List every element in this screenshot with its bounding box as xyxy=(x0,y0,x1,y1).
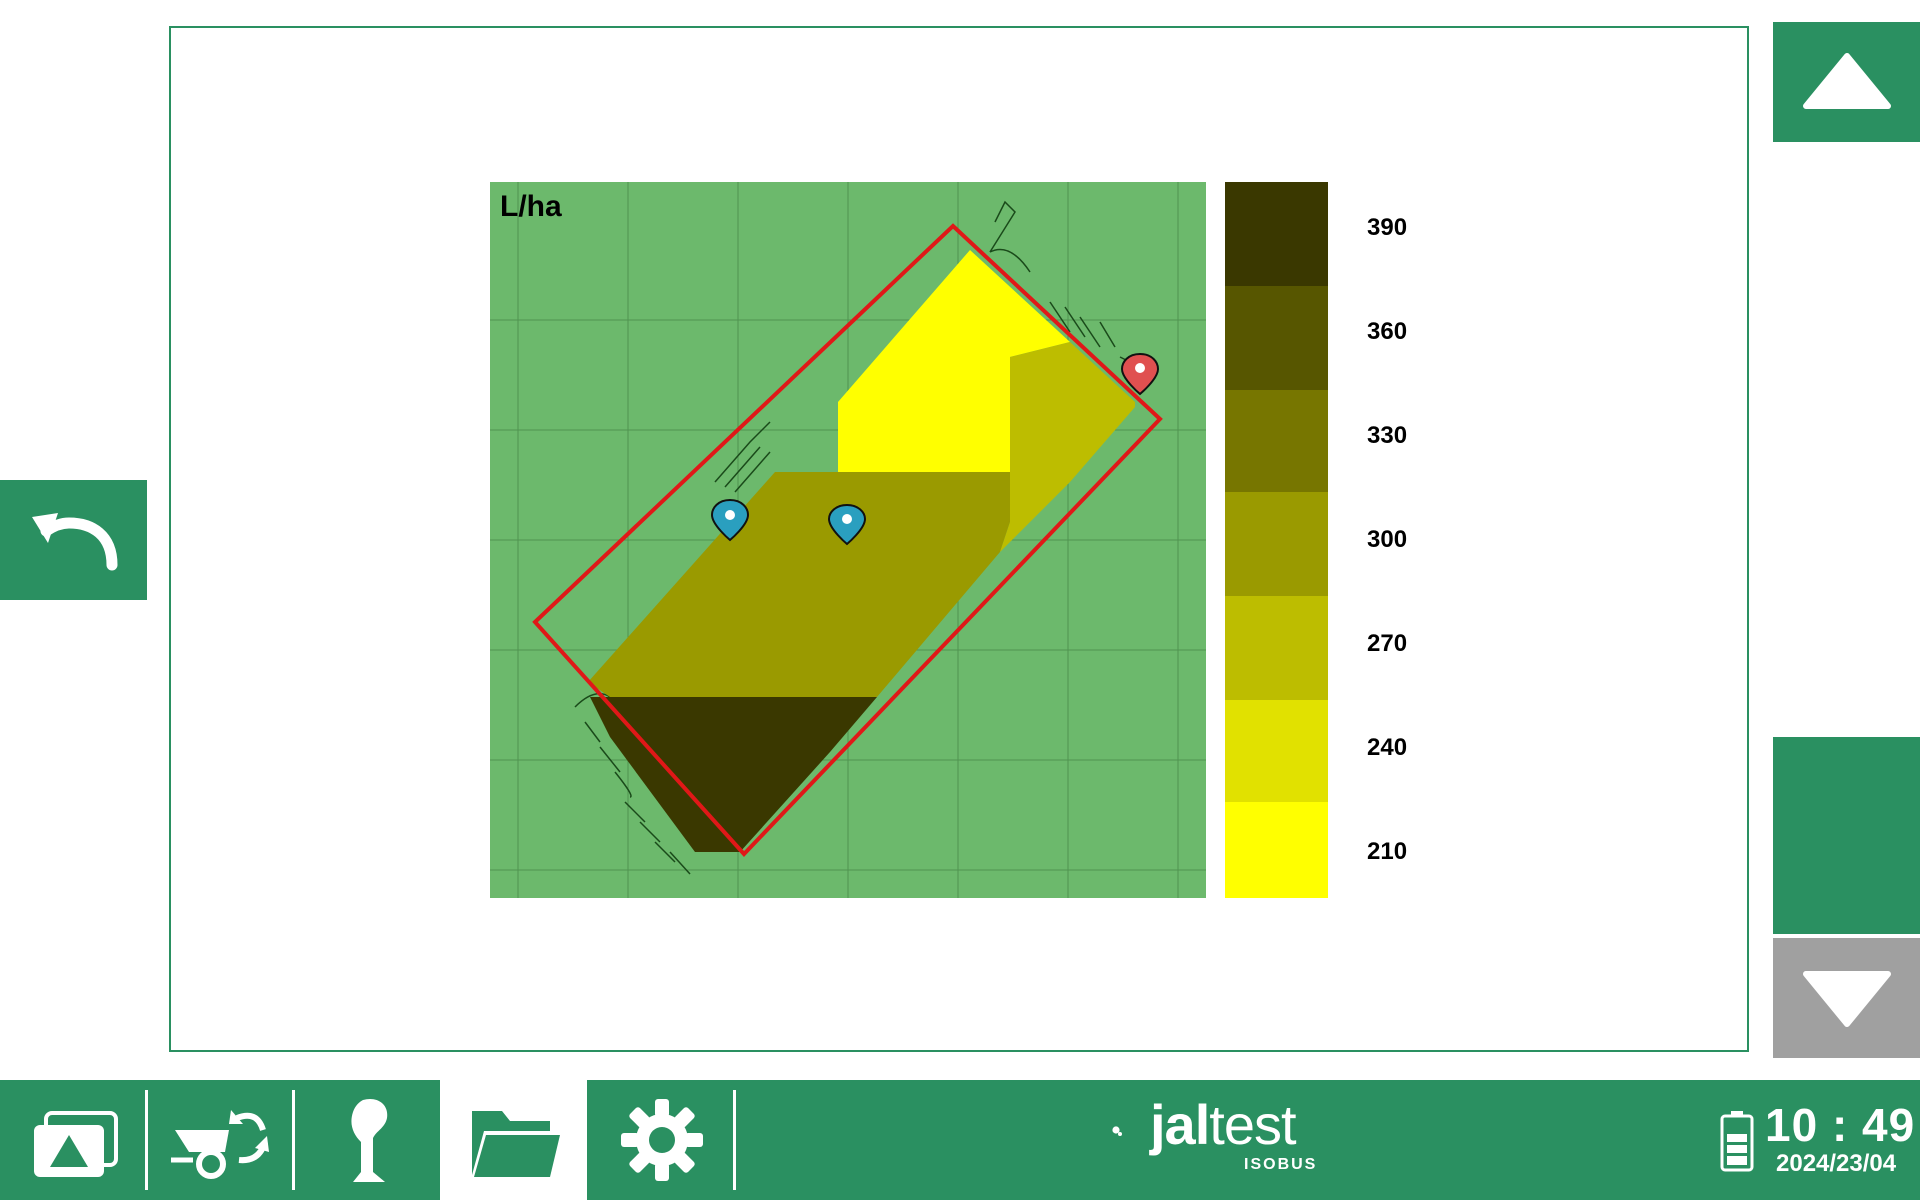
taskbar-separator xyxy=(733,1090,736,1190)
folder-icon xyxy=(471,1111,560,1177)
legend-swatch-240 xyxy=(1225,700,1328,802)
legend-label-390: 390 xyxy=(1367,214,1408,241)
legend-label-210: 210 xyxy=(1367,838,1408,865)
taskbar-files-button[interactable] xyxy=(440,1080,587,1200)
legend-swatch-330 xyxy=(1225,390,1328,492)
scroll-down-button[interactable] xyxy=(1773,938,1920,1058)
undo-arrow-icon xyxy=(31,513,117,571)
legend-label-330: 330 xyxy=(1367,422,1408,449)
implement-sync-icon xyxy=(170,1110,269,1179)
taskbar-separator xyxy=(292,1090,295,1190)
legend-swatch-270 xyxy=(1225,596,1328,700)
taskbar-joystick-button[interactable] xyxy=(296,1080,443,1200)
jaltest-logo-icon xyxy=(1112,1126,1122,1136)
clock-date: 2024/23/04 xyxy=(1776,1150,1897,1177)
application-rate-map[interactable] xyxy=(490,182,1206,898)
brand-subtitle: ISOBUS xyxy=(1244,1156,1318,1173)
legend-label-270: 270 xyxy=(1367,630,1408,657)
triangle-down-icon xyxy=(1802,971,1891,1027)
taskbar xyxy=(0,1080,1920,1200)
scroll-up-button[interactable] xyxy=(1773,22,1920,142)
clock-time: 10 : 49 xyxy=(1765,1099,1916,1151)
gear-icon xyxy=(620,1099,703,1181)
triangle-up-icon xyxy=(1802,53,1891,109)
legend-swatch-390 xyxy=(1225,182,1328,286)
blank-softkey[interactable] xyxy=(1773,737,1920,934)
legend-label-300: 300 xyxy=(1367,526,1408,553)
rate-legend xyxy=(1225,182,1328,898)
back-button[interactable] xyxy=(0,480,147,600)
taskbar-implement-button[interactable] xyxy=(148,1080,295,1200)
battery-icon xyxy=(1720,1111,1754,1172)
legend-swatch-210 xyxy=(1225,802,1328,898)
home-screen-icon xyxy=(33,1111,118,1177)
map-unit-label: L/ha xyxy=(500,190,562,223)
legend-label-360: 360 xyxy=(1367,318,1408,345)
legend-label-240: 240 xyxy=(1367,734,1408,761)
legend-swatch-300 xyxy=(1225,492,1328,596)
taskbar-settings-button[interactable] xyxy=(588,1080,735,1200)
taskbar-home-button[interactable] xyxy=(0,1080,147,1200)
brand-name: jaltest xyxy=(1150,1093,1297,1156)
legend-swatch-360 xyxy=(1225,286,1328,390)
joystick-icon xyxy=(350,1098,387,1182)
